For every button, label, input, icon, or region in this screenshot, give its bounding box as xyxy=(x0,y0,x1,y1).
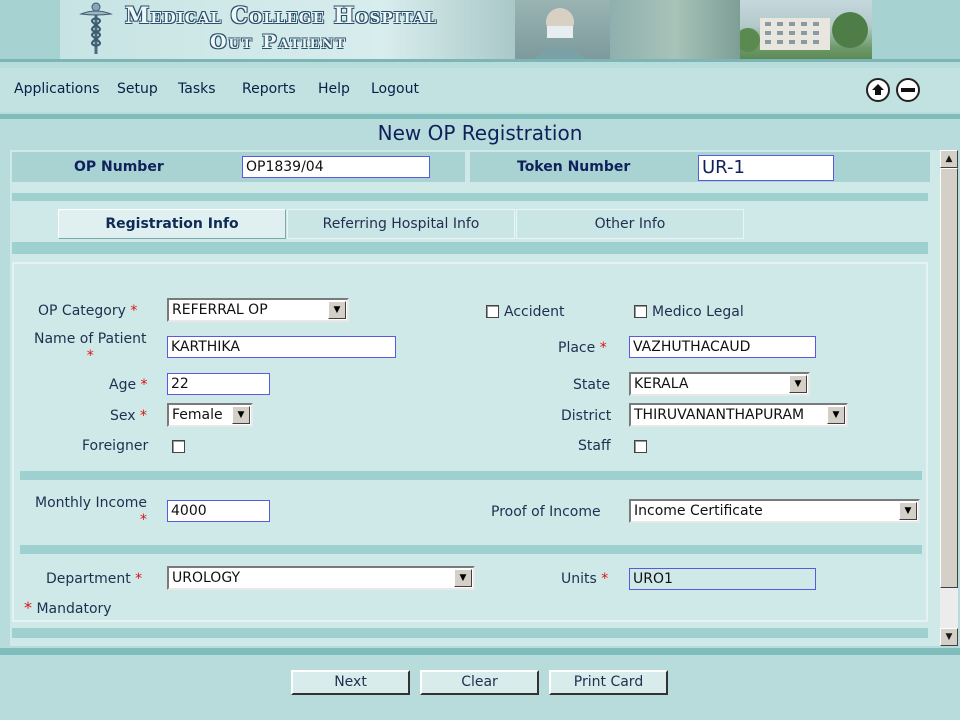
proof-of-income-select[interactable]: Income Certificate ▼ xyxy=(629,499,920,523)
tab-referring-hospital-info[interactable]: Referring Hospital Info xyxy=(287,209,515,239)
token-number-field[interactable]: UR-1 xyxy=(698,155,834,181)
units-field: URO1 xyxy=(629,568,816,590)
menu-reports[interactable]: Reports xyxy=(242,81,296,97)
medico-legal-label: Medico Legal xyxy=(652,304,744,320)
token-number-label: Token Number xyxy=(517,159,631,175)
menu-tasks[interactable]: Tasks xyxy=(178,81,216,97)
clear-button[interactable]: Clear xyxy=(420,670,539,695)
staff-label: Staff xyxy=(578,438,611,454)
menu-logout[interactable]: Logout xyxy=(371,81,419,97)
age-input[interactable]: 22 xyxy=(167,373,270,395)
district-select[interactable]: THIRUVANANTHAPURAM ▼ xyxy=(629,403,848,427)
print-card-button[interactable]: Print Card xyxy=(549,670,668,695)
place-input[interactable]: VAZHUTHACAUD xyxy=(629,336,816,358)
section-separator-1 xyxy=(20,471,922,480)
menu-divider xyxy=(0,114,960,119)
menu-setup[interactable]: Setup xyxy=(117,81,158,97)
department-select[interactable]: UROLOGY ▼ xyxy=(167,566,475,590)
scroll-up-icon[interactable]: ▲ xyxy=(940,150,958,168)
tab-band xyxy=(12,242,928,254)
op-category-label: OP Category * xyxy=(38,303,138,319)
op-number-field[interactable]: OP1839/04 xyxy=(242,156,430,178)
footer-bar: Next Clear Print Card xyxy=(0,655,960,720)
menu-help[interactable]: Help xyxy=(318,81,350,97)
state-select[interactable]: KERALA ▼ xyxy=(629,372,810,396)
monthly-income-input[interactable]: 4000 xyxy=(167,500,270,522)
sex-label: Sex * xyxy=(110,408,147,424)
minimize-icon[interactable] xyxy=(896,78,920,102)
units-label: Units * xyxy=(561,571,609,587)
equipment-photo xyxy=(610,0,740,59)
staff-checkbox[interactable] xyxy=(634,440,647,453)
tab-registration-info[interactable]: Registration Info xyxy=(58,209,286,239)
age-label: Age * xyxy=(109,377,148,393)
footer-divider xyxy=(0,648,960,655)
home-icon[interactable] xyxy=(866,78,890,102)
next-button[interactable]: Next xyxy=(291,670,410,695)
name-of-patient-label: Name of Patient * xyxy=(34,331,147,364)
sex-select[interactable]: Female ▼ xyxy=(167,403,253,427)
separator-band xyxy=(12,193,928,201)
monthly-income-label: Monthly Income * xyxy=(35,495,148,528)
menu-applications[interactable]: Applications xyxy=(14,81,100,97)
foreigner-checkbox[interactable] xyxy=(172,440,185,453)
state-label: State xyxy=(573,377,611,393)
accident-checkbox[interactable] xyxy=(486,305,499,318)
department-label: Department * xyxy=(46,571,143,587)
name-of-patient-input[interactable]: KARTHIKA xyxy=(167,336,396,358)
registration-form-frame: OP Number OP1839/04 Token Number UR-1 Re… xyxy=(10,150,940,646)
menu-bar: Applications Setup Tasks Reports Help Lo… xyxy=(0,68,960,112)
place-label: Place * xyxy=(558,340,607,356)
surgeon-photo xyxy=(515,0,610,59)
tab-other-info[interactable]: Other Info xyxy=(516,209,744,239)
medico-legal-checkbox[interactable] xyxy=(634,305,647,318)
district-label: District xyxy=(561,408,612,424)
accident-label: Accident xyxy=(504,304,565,320)
scroll-down-icon[interactable]: ▼ xyxy=(940,628,958,646)
section-separator-2 xyxy=(20,545,922,554)
app-banner: Medical College Hospital Out Patient xyxy=(0,0,960,62)
vertical-scrollbar[interactable]: ▲ ▼ xyxy=(940,150,958,646)
caduceus-logo-icon xyxy=(79,2,113,54)
mandatory-note: * Mandatory xyxy=(24,598,112,617)
op-category-select[interactable]: REFERRAL OP ▼ xyxy=(167,298,349,322)
scroll-thumb[interactable] xyxy=(940,168,958,588)
page-title: New OP Registration xyxy=(377,121,583,145)
bottom-band xyxy=(12,628,928,638)
banner-title: Medical College Hospital xyxy=(125,3,438,29)
hospital-building-photo xyxy=(736,0,872,59)
foreigner-label: Foreigner xyxy=(82,438,149,454)
banner-subtitle: Out Patient xyxy=(210,31,348,53)
op-number-label: OP Number xyxy=(74,159,164,175)
proof-of-income-label: Proof of Income xyxy=(491,504,601,520)
